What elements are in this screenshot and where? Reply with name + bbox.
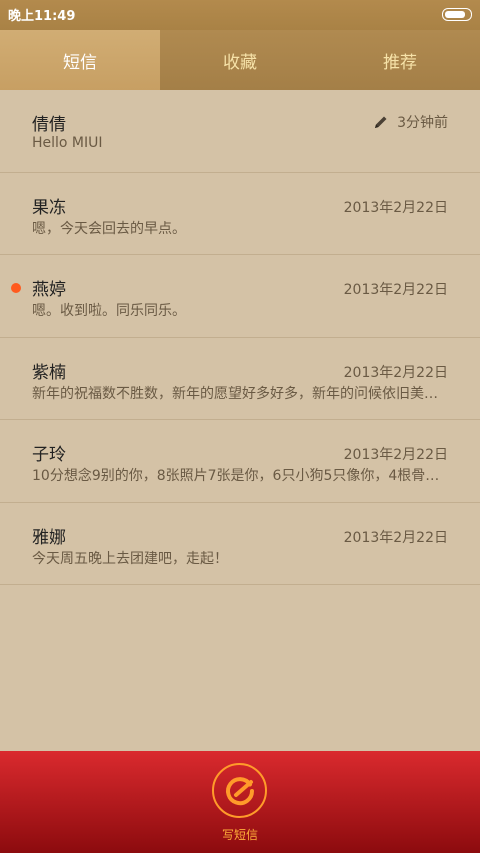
message-date: 2013年2月22日 (343, 364, 448, 381)
status-bar: 晚上11:49 (0, 0, 480, 30)
conversation-row[interactable]: 倩倩 3分钟前 Hello MIUI (0, 90, 480, 173)
message-date: 2013年2月22日 (343, 199, 448, 216)
conversation-row[interactable]: 燕婷 2013年2月22日 嗯。收到啦。同乐同乐。 (0, 255, 480, 338)
contact-name: 倩倩 (32, 115, 66, 135)
tab-label: 短信 (63, 52, 97, 73)
bottom-bar: 写短信 (0, 751, 480, 853)
message-date: 3分钟前 (397, 115, 448, 131)
status-time: 晚上11:49 (8, 9, 76, 24)
contact-name: 燕婷 (32, 280, 66, 300)
battery-fill (445, 11, 465, 18)
contact-name: 紫楠 (32, 362, 66, 383)
conversation-row[interactable]: 果冻 2013年2月22日 嗯，今天会回去的早点。 (0, 173, 480, 255)
message-preview: 今天周五晚上去团建吧，走起！ (32, 550, 228, 567)
unread-dot-icon (11, 283, 21, 293)
tab-messages[interactable]: 短信 (0, 30, 160, 90)
message-preview: 新年的祝福数不胜数，新年的愿望好多好多，新年的问候依旧美好… (32, 385, 448, 402)
compose-button[interactable] (212, 763, 267, 818)
battery-icon (442, 8, 472, 21)
message-preview: 10分想念9别的你，8张照片7张是你，6只小狗5只像你，4根骨头… (32, 468, 448, 484)
conversation-row[interactable]: 雅娜 2013年2月22日 今天周五晚上去团建吧，走起！ (0, 503, 480, 585)
tab-favorites[interactable]: 收藏 (160, 30, 320, 90)
compose-label: 写短信 (221, 828, 258, 842)
message-preview: Hello MIUI (32, 135, 103, 151)
conversation-row[interactable]: 子玲 2013年2月22日 10分想念9别的你，8张照片7张是你，6只小狗5只像… (0, 420, 480, 503)
message-date: 2013年2月22日 (343, 447, 448, 463)
message-date: 2013年2月22日 (343, 529, 448, 546)
conversation-list: 倩倩 3分钟前 Hello MIUI 果冻 2013年2月22日 嗯，今天会回去… (0, 90, 480, 585)
tab-label: 收藏 (223, 52, 257, 73)
contact-name: 雅娜 (32, 527, 66, 548)
message-preview: 嗯。收到啦。同乐同乐。 (32, 303, 186, 319)
tab-bar: 短信 收藏 推荐 (0, 30, 480, 90)
message-date: 2013年2月22日 (343, 282, 448, 298)
pencil-icon (375, 116, 387, 128)
message-preview: 嗯，今天会回去的早点。 (32, 220, 186, 237)
contact-name: 果冻 (32, 197, 66, 218)
conversation-row[interactable]: 紫楠 2013年2月22日 新年的祝福数不胜数，新年的愿望好多好多，新年的问候依… (0, 338, 480, 420)
compose-icon (225, 776, 254, 805)
tab-recommended[interactable]: 推荐 (320, 30, 480, 90)
tab-label: 推荐 (383, 52, 417, 73)
draft-meta: 3分钟前 (373, 112, 448, 132)
contact-name: 子玲 (32, 445, 66, 465)
